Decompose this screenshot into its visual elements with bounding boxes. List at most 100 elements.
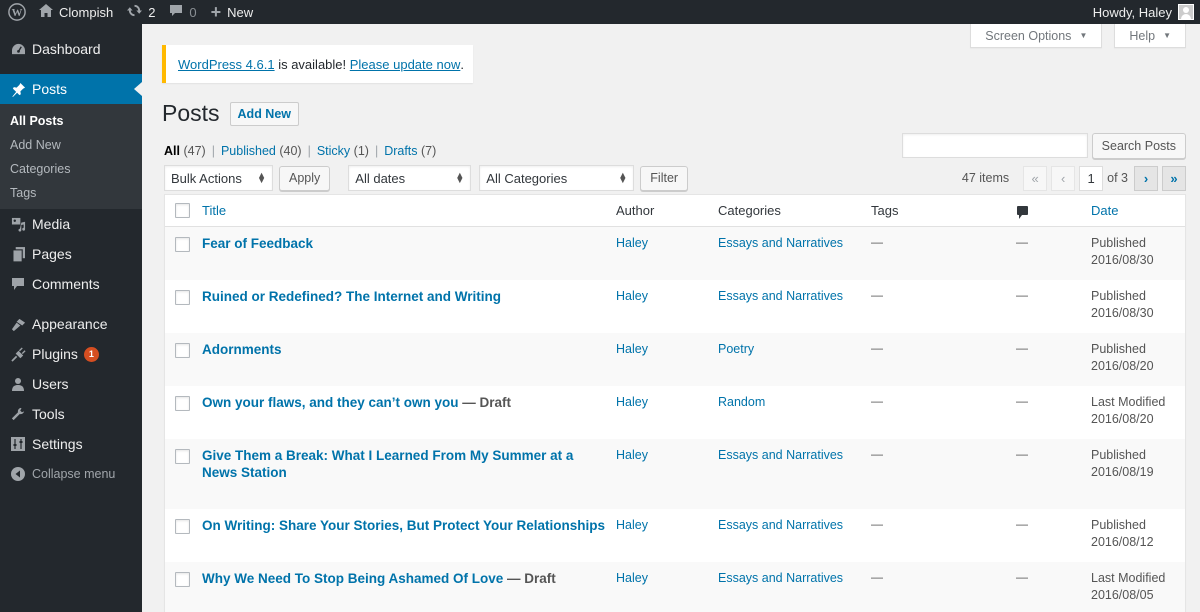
comments-count: 0 (189, 4, 197, 20)
dates-filter-select[interactable]: All dates ▲ ▼ (348, 165, 472, 191)
apply-button[interactable]: Apply (279, 165, 331, 191)
site-name-link[interactable]: Clompish (32, 0, 120, 24)
view-sticky[interactable]: Sticky (1) (317, 144, 369, 158)
category-link[interactable]: Essays and Narratives (718, 236, 843, 250)
total-pages: of 3 (1107, 171, 1128, 185)
main-content: Screen Options ▼ Help ▼ WordPress 4.6.1 … (142, 24, 1200, 612)
last-page-button[interactable]: » (1162, 165, 1186, 191)
svg-text:W: W (12, 7, 23, 19)
table-body: Fear of Feedback Haley Essays and Narrat… (165, 227, 1185, 612)
table-nav: Bulk Actions ▲ ▼ Apply All dates ▲ ▼ All C… (164, 165, 1186, 191)
table-header: Title Author Categories Tags Date (165, 195, 1185, 227)
prev-page-button[interactable]: ‹ (1051, 165, 1076, 191)
current-page-input[interactable]: 1 (1079, 165, 1104, 191)
view-all[interactable]: All (47) (164, 144, 206, 158)
post-title-link[interactable]: Why We Need To Stop Being Ashamed Of Lov… (202, 571, 503, 586)
column-author: Author (616, 203, 655, 218)
first-page-button[interactable]: « (1023, 165, 1048, 191)
sidebar-item-comments[interactable]: Comments (0, 269, 142, 299)
submenu-tags[interactable]: Tags (0, 181, 142, 205)
row-checkbox[interactable] (175, 449, 190, 464)
row-checkbox[interactable] (175, 343, 190, 358)
table-row: Own your flaws, and they can’t own you —… (165, 386, 1185, 439)
submenu-add-new[interactable]: Add New (0, 133, 142, 157)
my-account-link[interactable]: Howdy, Haley (1086, 0, 1200, 24)
post-title-link[interactable]: Ruined or Redefined? The Internet and Wr… (202, 289, 501, 304)
column-title-sort[interactable]: Title (202, 203, 226, 218)
help-button[interactable]: Help ▼ (1114, 24, 1186, 48)
wrench-icon (8, 407, 28, 421)
screen-options-button[interactable]: Screen Options ▼ (970, 24, 1103, 48)
updates-link[interactable]: 2 (120, 0, 162, 24)
author-link[interactable]: Haley (616, 289, 648, 303)
bulk-actions-select[interactable]: Bulk Actions ▲ ▼ (164, 165, 273, 191)
view-published[interactable]: Published (40) (221, 144, 302, 158)
post-title-link[interactable]: Fear of Feedback (202, 236, 313, 251)
row-checkbox[interactable] (175, 519, 190, 534)
filter-button[interactable]: Filter (640, 165, 689, 191)
update-now-link[interactable]: Please update now (350, 57, 461, 72)
author-link[interactable]: Haley (616, 236, 648, 250)
submenu-all-posts[interactable]: All Posts (0, 109, 142, 133)
sidebar-item-posts[interactable]: Posts (0, 74, 142, 104)
wordpress-version-link[interactable]: WordPress 4.6.1 (178, 57, 275, 72)
post-title-link[interactable]: On Writing: Share Your Stories, But Prot… (202, 518, 605, 533)
author-link[interactable]: Haley (616, 448, 648, 462)
category-link[interactable]: Essays and Narratives (718, 518, 843, 532)
select-value: All dates (355, 170, 406, 186)
sidebar-item-media[interactable]: Media (0, 209, 142, 239)
select-all-checkbox[interactable] (175, 203, 190, 218)
collapse-menu-button[interactable]: Collapse menu (0, 459, 142, 489)
post-date: 2016/08/20 (1091, 359, 1154, 373)
categories-filter-select[interactable]: All Categories ▲ ▼ (479, 165, 635, 191)
view-count: (40) (279, 144, 302, 158)
sidebar-label: Posts (32, 81, 68, 97)
category-link[interactable]: Random (718, 395, 765, 409)
search-posts-button[interactable]: Search Posts (1091, 133, 1186, 159)
sidebar-item-settings[interactable]: Settings (0, 429, 142, 459)
sidebar-item-appearance[interactable]: Appearance (0, 309, 142, 339)
post-title-link[interactable]: Own your flaws, and they can’t own you (202, 395, 459, 410)
help-label: Help (1129, 28, 1156, 43)
search-input[interactable] (901, 133, 1088, 158)
sidebar-item-tools[interactable]: Tools (0, 399, 142, 429)
row-checkbox[interactable] (175, 572, 190, 587)
sidebar-item-plugins[interactable]: Plugins 1 (0, 339, 142, 369)
tags-value: — (871, 570, 883, 584)
sidebar-item-users[interactable]: Users (0, 369, 142, 399)
post-status: Last Modified (1091, 395, 1166, 409)
sidebar-label: Settings (32, 436, 83, 452)
category-link[interactable]: Essays and Narratives (718, 571, 843, 585)
row-checkbox[interactable] (175, 396, 190, 411)
submenu-categories[interactable]: Categories (0, 157, 142, 181)
row-checkbox[interactable] (175, 290, 190, 305)
sidebar-item-pages[interactable]: Pages (0, 239, 142, 269)
view-drafts[interactable]: Drafts (7) (384, 144, 436, 158)
row-checkbox[interactable] (175, 237, 190, 252)
author-link[interactable]: Haley (616, 342, 648, 356)
category-link[interactable]: Poetry (718, 342, 754, 356)
comments-link[interactable]: 0 (162, 0, 203, 24)
author-link[interactable]: Haley (616, 395, 648, 409)
admin-sidebar: Dashboard Posts All Posts Add New Catego… (0, 24, 142, 612)
next-page-button[interactable]: › (1134, 165, 1158, 191)
wordpress-logo-button[interactable]: W (2, 0, 32, 24)
sidebar-label: Pages (32, 246, 72, 262)
pages-icon (8, 246, 28, 262)
column-date-sort[interactable]: Date (1091, 203, 1118, 218)
category-link[interactable]: Essays and Narratives (718, 448, 843, 462)
separator: | (307, 144, 311, 158)
column-comments[interactable] (1016, 203, 1091, 219)
items-count: 47 items (961, 171, 1010, 185)
author-link[interactable]: Haley (616, 518, 648, 532)
table-row: Ruined or Redefined? The Internet and Wr… (165, 280, 1185, 333)
home-icon (39, 4, 53, 20)
post-title-link[interactable]: Give Them a Break: What I Learned From M… (202, 448, 573, 480)
sidebar-item-dashboard[interactable]: Dashboard (0, 34, 142, 64)
add-new-button[interactable]: Add New (229, 101, 300, 126)
author-link[interactable]: Haley (616, 571, 648, 585)
view-count: (1) (353, 144, 369, 158)
new-content-link[interactable]: + New (204, 0, 261, 24)
category-link[interactable]: Essays and Narratives (718, 289, 843, 303)
post-title-link[interactable]: Adornments (202, 342, 282, 357)
